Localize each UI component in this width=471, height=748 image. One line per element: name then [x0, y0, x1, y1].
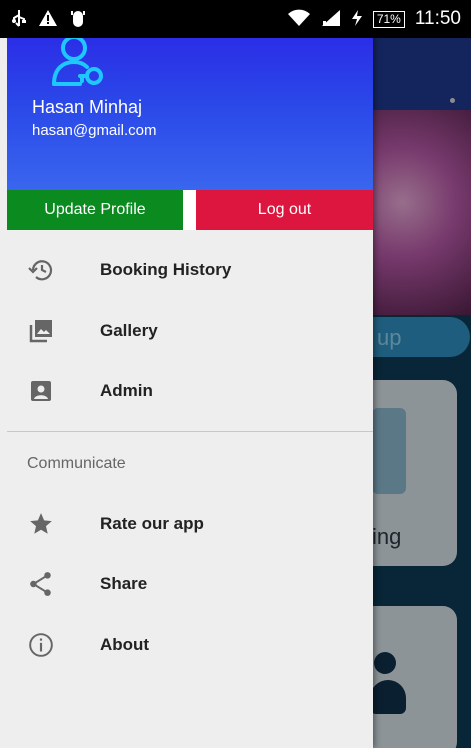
signal-icon [321, 9, 341, 30]
menu-item-about[interactable]: About [7, 616, 373, 674]
section-title-communicate: Communicate [27, 455, 126, 472]
user-key-icon [50, 32, 108, 90]
divider [7, 431, 373, 432]
menu-item-label: Share [100, 574, 148, 593]
menu-item-rate-app[interactable]: Rate our app [7, 495, 373, 553]
battery-level: 71% [372, 10, 405, 28]
wifi-icon [287, 9, 311, 30]
button-separator [183, 190, 196, 230]
android-debug-icon [70, 9, 86, 30]
menu-item-gallery[interactable]: Gallery [7, 302, 373, 360]
user-name: Hasan Minhaj [32, 97, 143, 117]
clock: 11:50 [414, 8, 461, 29]
menu-item-booking-history[interactable]: Booking History [7, 241, 373, 299]
gallery-icon [27, 317, 55, 345]
status-bar: 71% 11:50 [0, 0, 471, 38]
update-profile-button[interactable]: Update Profile [7, 190, 183, 230]
menu-item-label: About [100, 635, 150, 654]
warning-icon [38, 9, 58, 30]
menu-item-label: Gallery [100, 321, 158, 340]
info-icon [27, 631, 55, 659]
menu-item-label: Booking History [100, 260, 232, 279]
star-icon [27, 510, 55, 538]
logout-button[interactable]: Log out [196, 190, 373, 230]
user-email: hasan@gmail.com [32, 122, 157, 139]
menu-item-admin[interactable]: Admin [7, 362, 373, 420]
share-icon [27, 570, 55, 598]
menu-item-share[interactable]: Share [7, 555, 373, 613]
menu-item-label: Rate our app [100, 514, 204, 533]
profile-actions: Update Profile Log out [7, 190, 373, 230]
admin-icon [27, 377, 55, 405]
navigation-drawer: Hasan Minhaj hasan@gmail.com Update Prof… [0, 0, 373, 748]
menu-item-label: Admin [100, 381, 153, 400]
usb-icon [12, 9, 26, 30]
history-icon [27, 256, 55, 284]
charging-icon [351, 9, 363, 30]
